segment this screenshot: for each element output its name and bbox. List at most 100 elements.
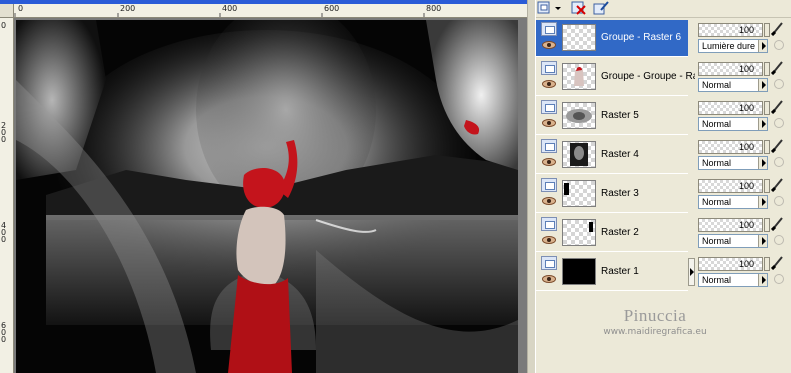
eye-icon[interactable] (542, 236, 556, 244)
blend-mode-value: Normal (702, 236, 732, 246)
dropdown-arrow-icon[interactable] (758, 118, 767, 130)
blend-mode-select[interactable]: Normal (698, 234, 768, 248)
brush-icon[interactable] (770, 60, 785, 76)
opacity-value: 100 (738, 103, 754, 113)
opacity-spinner[interactable] (764, 101, 770, 115)
canvas-area: 0 200 400 600 800 0 200 400 600 (0, 0, 527, 373)
watermark: Pinuccia www.maidiregrafica.eu (580, 306, 730, 337)
eye-icon[interactable] (542, 119, 556, 127)
artwork-image[interactable] (16, 20, 518, 373)
opacity-field[interactable]: 100 (698, 218, 763, 232)
blend-mode-value: Normal (702, 80, 732, 90)
layer-thumbnail (562, 24, 596, 51)
ruler-label: 0 (18, 4, 24, 13)
link-icon[interactable] (774, 40, 784, 50)
layer-icon (541, 256, 557, 270)
opacity-spinner[interactable] (764, 140, 770, 154)
blend-mode-select[interactable]: Normal (698, 273, 768, 287)
layer-icon (541, 22, 557, 36)
layer-properties-row: 100 Normal (695, 176, 791, 213)
brush-icon[interactable] (770, 177, 785, 193)
ruler-label: 400 (222, 4, 238, 13)
watermark-name: Pinuccia (623, 306, 687, 325)
watermark-url: www.maidiregrafica.eu (603, 327, 707, 337)
layer-name: Raster 2 (601, 227, 639, 238)
blend-mode-select[interactable]: Normal (698, 78, 768, 92)
new-layer-icon[interactable] (536, 0, 554, 16)
opacity-field[interactable]: 100 (698, 62, 763, 76)
opacity-field[interactable]: 100 (698, 257, 763, 271)
layer-thumbnail (562, 102, 596, 129)
brush-icon[interactable] (770, 255, 785, 271)
link-icon[interactable] (774, 235, 784, 245)
layer-properties-row: 100 Normal (695, 137, 791, 174)
layer-row[interactable]: Raster 4 (536, 137, 688, 174)
opacity-value: 100 (738, 142, 754, 152)
layer-row[interactable]: Groupe - Raster 6 (536, 20, 688, 57)
blend-mode-select[interactable]: Normal (698, 195, 768, 209)
opacity-spinner[interactable] (764, 179, 770, 193)
layer-row[interactable]: Raster 1 (536, 254, 688, 291)
eye-icon[interactable] (542, 275, 556, 283)
dropdown-arrow-icon[interactable] (758, 235, 767, 247)
layer-properties-row: 100 Lumière dure (695, 20, 791, 57)
layer-properties-row: 100 Normal (695, 59, 791, 96)
opacity-value: 100 (738, 181, 754, 191)
edit-brush-icon[interactable] (592, 0, 610, 16)
blend-mode-value: Normal (702, 119, 732, 129)
blend-mode-select[interactable]: Normal (698, 156, 768, 170)
ruler-label: 600 (324, 4, 340, 13)
eye-icon[interactable] (542, 41, 556, 49)
dropdown-arrow-icon[interactable] (758, 196, 767, 208)
opacity-field[interactable]: 100 (698, 23, 763, 37)
ruler-label: 400 (1, 221, 7, 244)
layer-properties-row: 100 Normal (695, 215, 791, 252)
link-icon[interactable] (774, 118, 784, 128)
layer-row[interactable]: Groupe - Groupe - Ra (536, 59, 698, 96)
opacity-field[interactable]: 100 (698, 101, 763, 115)
blend-mode-select[interactable]: Lumière dure (698, 39, 768, 53)
blend-mode-value: Normal (702, 275, 732, 285)
opacity-spinner[interactable] (764, 23, 770, 37)
opacity-spinner[interactable] (764, 62, 770, 76)
blend-mode-select[interactable]: Normal (698, 117, 768, 131)
brush-icon[interactable] (770, 99, 785, 115)
opacity-field[interactable]: 100 (698, 179, 763, 193)
brush-icon[interactable] (770, 21, 785, 37)
brush-icon[interactable] (770, 138, 785, 154)
layer-name: Raster 4 (601, 149, 639, 160)
dropdown-arrow-icon[interactable] (758, 157, 767, 169)
blend-mode-value: Normal (702, 197, 732, 207)
layer-row[interactable]: Raster 5 (536, 98, 688, 135)
panel-splitter[interactable] (527, 0, 536, 373)
ruler-label: 200 (120, 4, 136, 13)
link-icon[interactable] (774, 79, 784, 89)
layer-thumbnail (562, 141, 596, 168)
brush-icon[interactable] (770, 216, 785, 232)
dropdown-arrow-icon[interactable] (758, 40, 767, 52)
layer-thumbnail (562, 219, 596, 246)
link-icon[interactable] (774, 157, 784, 167)
eye-icon[interactable] (542, 158, 556, 166)
layer-thumbnail (562, 258, 596, 285)
dropdown-arrow-icon[interactable] (758, 79, 767, 91)
collapse-panel-button[interactable] (688, 258, 695, 286)
link-icon[interactable] (774, 196, 784, 206)
eye-icon[interactable] (542, 80, 556, 88)
eye-icon[interactable] (542, 197, 556, 205)
layer-name: Raster 3 (601, 188, 639, 199)
opacity-spinner[interactable] (764, 257, 770, 271)
layer-icon (541, 139, 557, 153)
layer-icon (541, 217, 557, 231)
opacity-field[interactable]: 100 (698, 140, 763, 154)
opacity-spinner[interactable] (764, 218, 770, 232)
horizontal-ruler: 0 200 400 600 800 (14, 4, 527, 18)
layer-row[interactable]: Raster 2 (536, 215, 688, 252)
layer-icon (541, 100, 557, 114)
layer-row[interactable]: Raster 3 (536, 176, 688, 213)
delete-layer-icon[interactable] (570, 0, 588, 16)
layer-icon (541, 178, 557, 192)
link-icon[interactable] (774, 274, 784, 284)
dropdown-arrow-icon[interactable] (758, 274, 767, 286)
ruler-label: 800 (426, 4, 442, 13)
